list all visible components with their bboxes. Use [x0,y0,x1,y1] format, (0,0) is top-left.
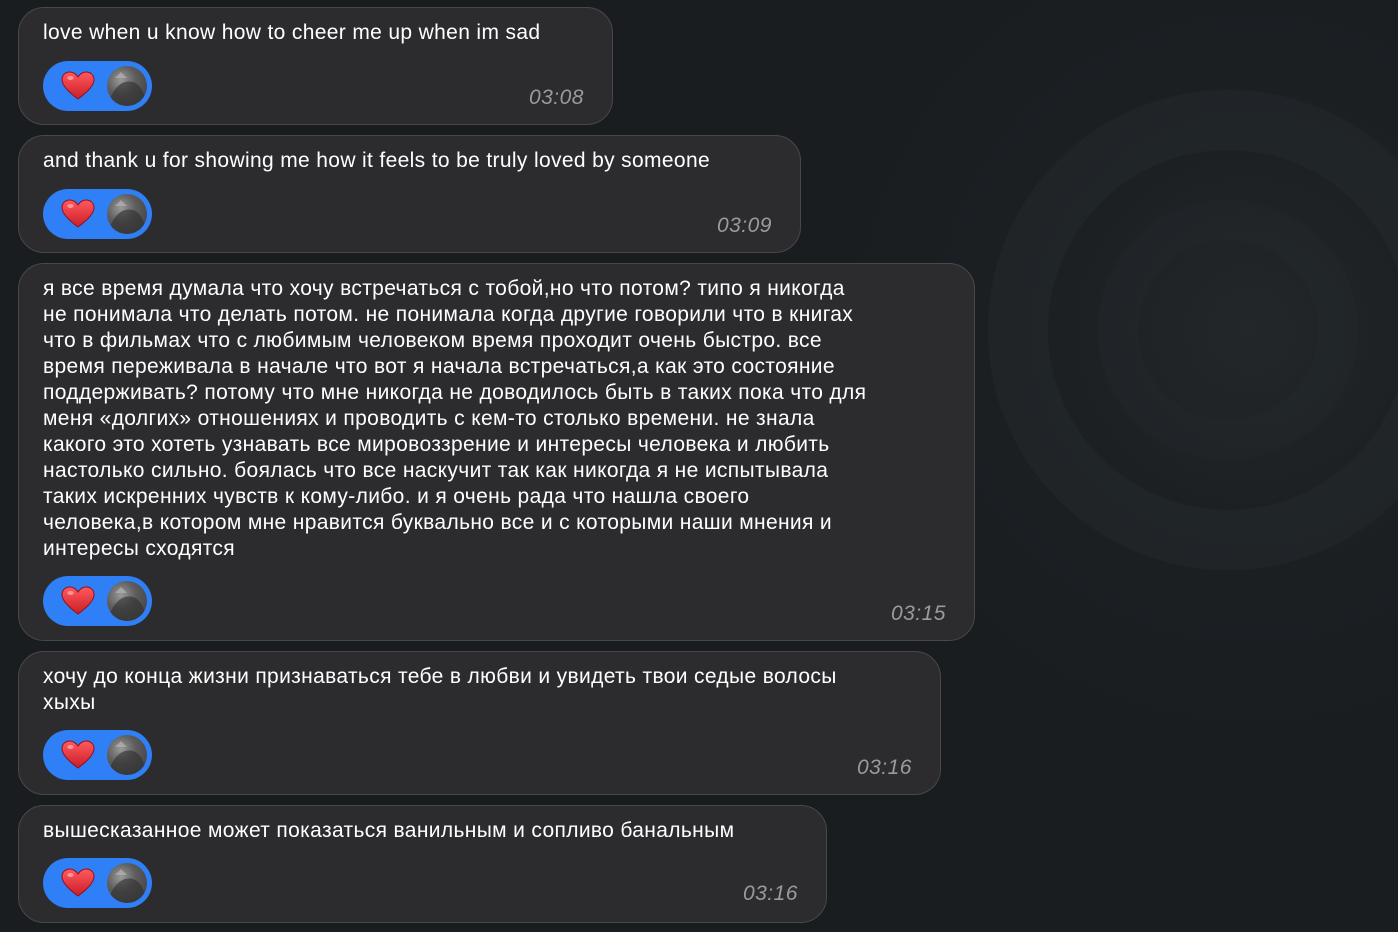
reaction-pill[interactable] [43,730,152,780]
avatar [107,863,147,903]
reaction-pill[interactable] [43,576,152,626]
heart-icon [61,199,95,228]
reaction-pill[interactable] [43,858,152,908]
message-time: 03:16 [742,882,798,905]
heart-icon [61,740,95,769]
message-bubble[interactable]: love when u know how to cheer me up when… [18,7,613,125]
message-bubble[interactable]: я все время думала что хочу встречаться … [18,263,975,641]
message-text: and thank u for showing me how it feels … [43,149,710,172]
avatar [107,735,147,775]
message-bubble[interactable]: and thank u for showing me how it feels … [18,135,801,253]
message-text: я все время думала что хочу встречаться … [43,277,867,560]
reaction-pill[interactable] [43,61,152,111]
message-bubble[interactable]: вышесказанное может показаться ванильным… [18,805,827,923]
heart-icon [61,868,95,897]
avatar [107,194,147,234]
message-time: 03:09 [716,214,772,237]
message-time: 03:15 [890,602,946,625]
heart-icon [61,71,95,100]
heart-icon [61,586,95,615]
message-time: 03:08 [528,86,584,109]
message-time: 03:16 [856,756,912,779]
message-text: love when u know how to cheer me up when… [43,21,541,44]
avatar [107,66,147,106]
message-text: вышесказанное может показаться ванильным… [43,819,735,842]
background-pattern [988,90,1398,570]
message-bubble[interactable]: хочу до конца жизни признаваться тебе в … [18,651,941,795]
avatar [107,581,147,621]
reaction-pill[interactable] [43,189,152,239]
message-text: хочу до конца жизни признаваться тебе в … [43,665,837,714]
